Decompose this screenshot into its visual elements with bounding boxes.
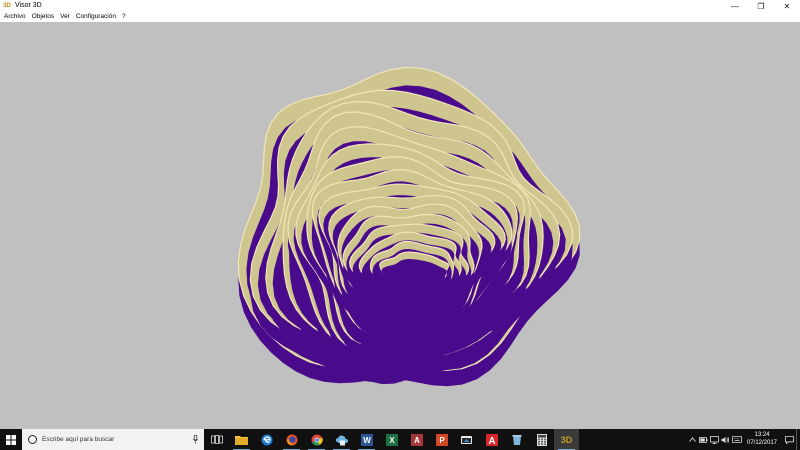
- system-tray: 13:24 07/12/2017: [687, 429, 800, 450]
- svg-text:X: X: [389, 436, 395, 445]
- excel-icon[interactable]: X: [379, 429, 404, 450]
- open-pit-model[interactable]: [0, 22, 800, 429]
- access-icon[interactable]: A: [404, 429, 429, 450]
- chevron-up-icon[interactable]: [687, 429, 698, 450]
- windows-logo-icon: [6, 434, 16, 445]
- word-icon[interactable]: W: [354, 429, 379, 450]
- recycle-app-icon[interactable]: [504, 429, 529, 450]
- file-explorer-icon[interactable]: [229, 429, 254, 450]
- task-view-icon[interactable]: [204, 429, 229, 450]
- svg-text:A: A: [414, 436, 420, 445]
- edge-icon[interactable]: [254, 429, 279, 450]
- firefox-icon[interactable]: [279, 429, 304, 450]
- close-button[interactable]: ✕: [774, 0, 800, 12]
- restore-button[interactable]: ❐: [748, 0, 774, 12]
- menu-ver[interactable]: Ver: [57, 12, 73, 22]
- window-title: Visor 3D: [15, 2, 42, 9]
- clock-time: 13:24: [754, 432, 770, 438]
- network-icon[interactable]: [709, 429, 720, 450]
- autocad-icon[interactable]: A: [479, 429, 504, 450]
- title-bar[interactable]: 3D Visor 3D — ❐ ✕: [0, 0, 800, 12]
- menu-configuracion[interactable]: Configuración: [73, 12, 119, 22]
- search-input[interactable]: Escribe aquí para buscar: [42, 436, 114, 443]
- 3d-viewport[interactable]: [0, 22, 800, 429]
- visor-3d-label: 3D: [560, 434, 573, 445]
- menu-bar: Archivo Objetos Ver Configuración ?: [0, 12, 800, 22]
- menu-objetos[interactable]: Objetos: [29, 12, 57, 22]
- volume-icon[interactable]: [720, 429, 731, 450]
- calculator-icon[interactable]: [529, 429, 554, 450]
- powerpoint-icon[interactable]: P: [429, 429, 454, 450]
- taskbar-clock[interactable]: 13:24 07/12/2017: [742, 429, 782, 450]
- taskbar: Escribe aquí para buscar W X A P A 3D: [0, 429, 800, 450]
- chrome-icon[interactable]: [304, 429, 329, 450]
- svg-text:A: A: [488, 436, 495, 446]
- visor-3d-app-icon: 3D: [3, 3, 11, 9]
- window-controls: — ❐ ✕: [722, 0, 800, 12]
- minimize-button[interactable]: —: [722, 0, 748, 12]
- cloud-app-icon[interactable]: [329, 429, 354, 450]
- show-desktop-button[interactable]: [796, 429, 800, 450]
- start-button[interactable]: [0, 429, 22, 450]
- app-window: 3D Visor 3D — ❐ ✕ Archivo Objetos Ver Co…: [0, 0, 800, 429]
- taskbar-search[interactable]: Escribe aquí para buscar: [22, 429, 204, 450]
- cortana-icon: [28, 435, 37, 444]
- visor-3d-icon[interactable]: 3D: [554, 429, 579, 450]
- action-center-icon[interactable]: [782, 429, 796, 450]
- battery-icon[interactable]: [698, 429, 709, 450]
- svg-text:W: W: [363, 436, 371, 445]
- microphone-icon[interactable]: [193, 435, 198, 444]
- cloud-store-icon[interactable]: [454, 429, 479, 450]
- clock-date: 07/12/2017: [746, 439, 778, 446]
- menu-archivo[interactable]: Archivo: [0, 12, 29, 22]
- svg-text:P: P: [439, 436, 445, 445]
- menu-help[interactable]: ?: [119, 12, 129, 22]
- pit-bench-layers: [237, 66, 581, 387]
- pit-floor: [389, 260, 441, 282]
- keyboard-icon[interactable]: [731, 429, 742, 450]
